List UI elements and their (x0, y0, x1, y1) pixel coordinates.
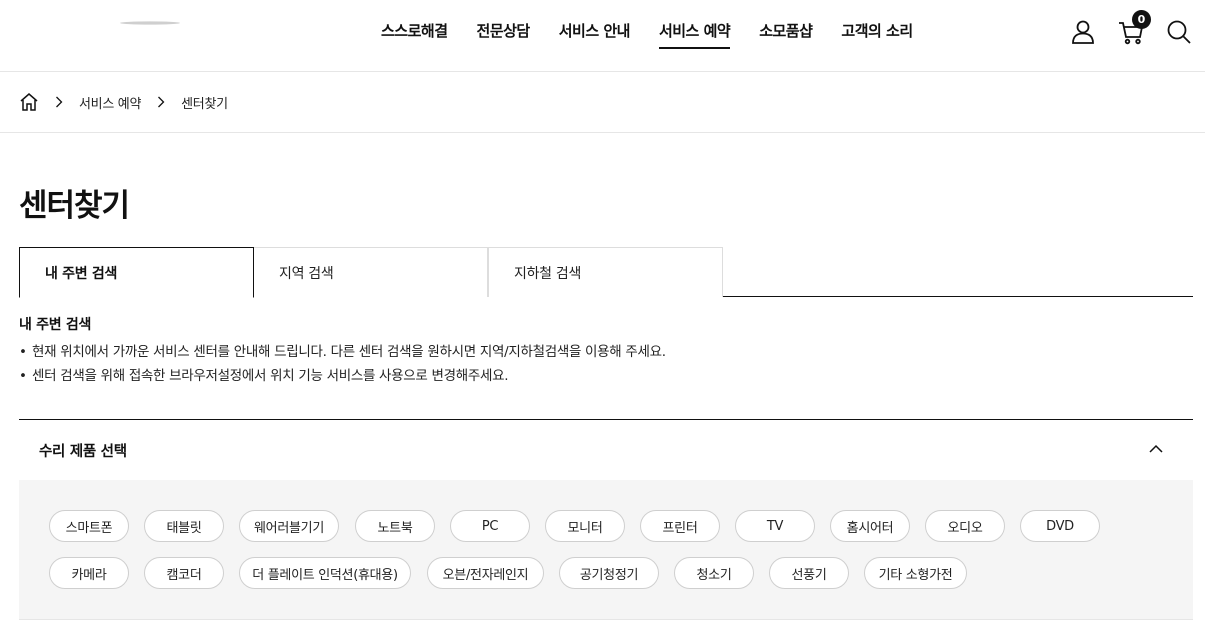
tab-subway-search[interactable]: 지하철 검색 (488, 247, 723, 297)
main-nav: 스스로해결 전문상담 서비스 안내 서비스 예약 소모품샵 고객의 소리 (381, 20, 942, 49)
nav-customer-voice[interactable]: 고객의 소리 (841, 20, 913, 49)
chevron-right-icon (157, 96, 165, 108)
info-bullet: 현재 위치에서 가까운 서비스 센터를 안내해 드립니다. 다른 센터 검색을 … (19, 342, 666, 366)
chip-printer[interactable]: 프린터 (640, 510, 720, 542)
chip-home-theater[interactable]: 홈시어터 (830, 510, 910, 542)
search-icon[interactable] (1165, 18, 1193, 46)
nav-service-reservation[interactable]: 서비스 예약 (658, 20, 731, 49)
chip-dvd[interactable]: DVD (1020, 510, 1100, 542)
product-select-toggle[interactable]: 수리 제품 선택 (19, 420, 1193, 480)
info-bullet: 센터 검색을 위해 접속한 브라우저설정에서 위치 기능 서비스를 사용으로 변… (19, 366, 666, 390)
chip-pc[interactable]: PC (450, 510, 530, 542)
site-header: 스스로해결 전문상담 서비스 안내 서비스 예약 소모품샵 고객의 소리 0 (0, 0, 1205, 72)
product-select-panel: 스마트폰 태블릿 웨어러블기기 노트북 PC 모니터 프린터 TV 홈시어터 오… (19, 480, 1193, 620)
user-icon[interactable] (1069, 18, 1097, 46)
chip-monitor[interactable]: 모니터 (545, 510, 625, 542)
nav-service-guide[interactable]: 서비스 안내 (559, 20, 631, 49)
tab-region-search[interactable]: 지역 검색 (253, 247, 488, 297)
divider (0, 132, 1205, 133)
nav-expert-consult[interactable]: 전문상담 (477, 20, 531, 49)
chip-oven-microwave[interactable]: 오븐/전자레인지 (427, 557, 544, 589)
breadcrumb: 서비스 예약 센터찾기 (19, 88, 228, 116)
chip-smartphone[interactable]: 스마트폰 (49, 510, 129, 542)
page-title: 센터찾기 (19, 188, 130, 224)
chip-vacuum[interactable]: 청소기 (674, 557, 754, 589)
product-select-title: 수리 제품 선택 (39, 444, 127, 460)
chip-air-purifier[interactable]: 공기청정기 (559, 557, 659, 589)
chip-other-appliance[interactable]: 기타 소형가전 (864, 557, 967, 589)
chip-audio[interactable]: 오디오 (925, 510, 1005, 542)
cart-count-badge: 0 (1132, 10, 1151, 29)
info-list: 현재 위치에서 가까운 서비스 센터를 안내해 드립니다. 다른 센터 검색을 … (19, 342, 666, 390)
chip-wearable[interactable]: 웨어러블기기 (239, 510, 339, 542)
tab-nearby-search[interactable]: 내 주변 검색 (19, 247, 254, 298)
search-tabs: 내 주변 검색 지역 검색 지하철 검색 (19, 247, 1193, 298)
chevron-up-icon (1149, 444, 1163, 453)
chip-camera[interactable]: 카메라 (49, 557, 129, 589)
nav-consumables-shop[interactable]: 소모품샵 (759, 20, 813, 49)
chip-portable-induction[interactable]: 더 플레이트 인덕션(휴대용) (239, 557, 411, 589)
chevron-right-icon (55, 96, 63, 108)
chip-camcorder[interactable]: 캠코더 (144, 557, 224, 589)
nav-self-help[interactable]: 스스로해결 (381, 20, 448, 49)
breadcrumb-service-reservation[interactable]: 서비스 예약 (79, 93, 141, 112)
home-icon[interactable] (19, 92, 39, 112)
brand-logo[interactable] (118, 20, 182, 26)
chip-tv[interactable]: TV (735, 510, 815, 542)
chip-fan[interactable]: 선풍기 (769, 557, 849, 589)
chip-laptop[interactable]: 노트북 (355, 510, 435, 542)
info-title: 내 주변 검색 (19, 317, 92, 333)
chip-tablet[interactable]: 태블릿 (144, 510, 224, 542)
breadcrumb-current: 센터찾기 (181, 96, 228, 112)
